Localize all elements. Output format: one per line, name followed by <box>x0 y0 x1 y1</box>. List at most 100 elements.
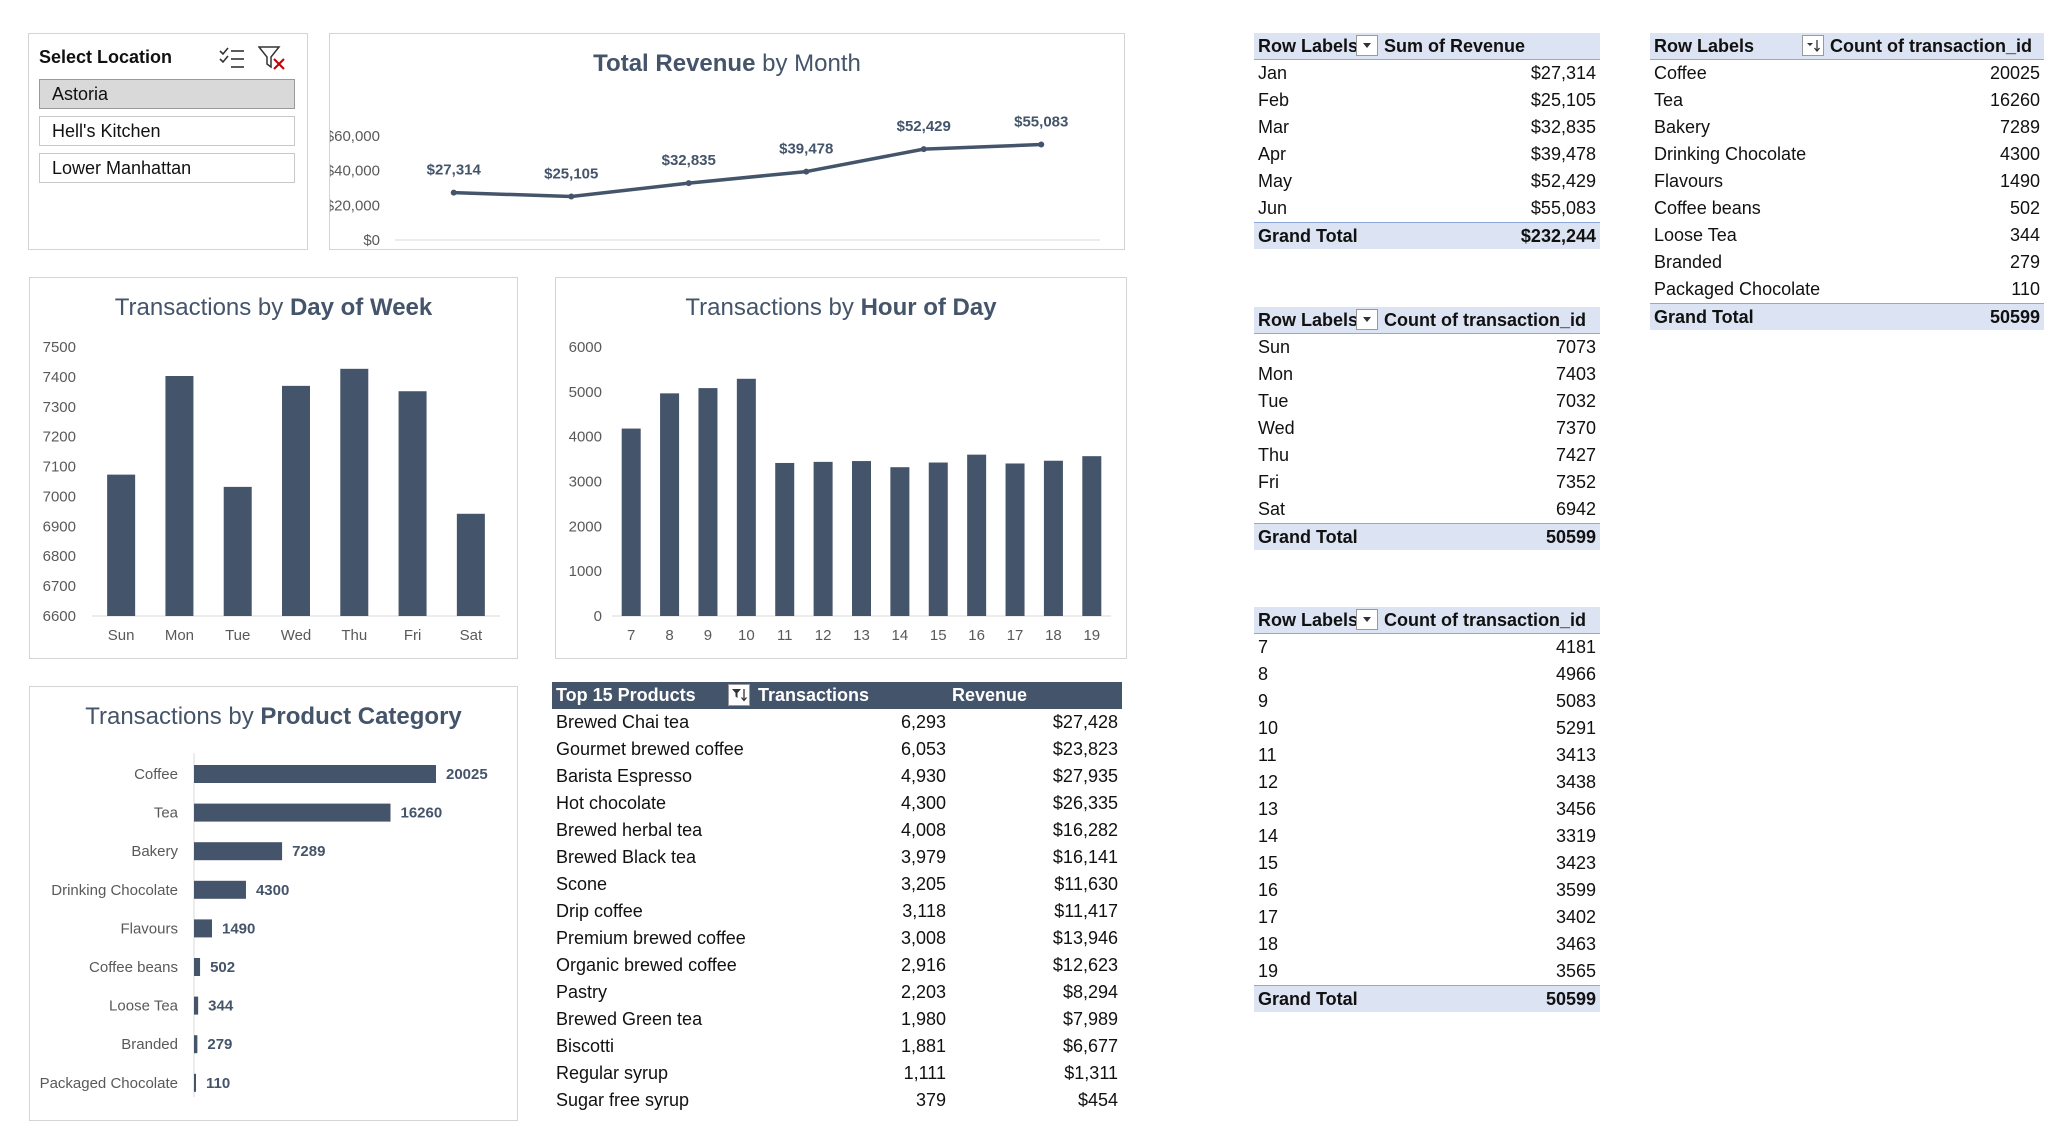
product-name-cell: Biscotti <box>556 1036 615 1056</box>
category-label: Branded <box>121 1036 178 1053</box>
pivot-row: Sun 7073 <box>1254 334 1600 361</box>
bar-value-label: 502 <box>210 959 235 976</box>
bar <box>1005 463 1025 616</box>
category-chart[interactable]: Transactions by Product Category Coffee 2… <box>29 686 518 1121</box>
y-tick-label: 6700 <box>43 578 76 595</box>
top-products-body: Brewed Chai tea 6,293 $27,428 Gourmet brewe… <box>552 709 1122 1114</box>
revenue-cell: $27,935 <box>1052 766 1118 786</box>
table-row: Barista Espresso 4,930 $27,935 <box>552 763 1122 790</box>
pivot-row: Fri 7352 <box>1254 469 1600 496</box>
clear-filter-icon[interactable] <box>257 44 287 72</box>
category-label: Packaged Chocolate <box>40 1075 178 1092</box>
bar <box>775 462 795 616</box>
row-label-cell: Loose Tea <box>1654 225 1737 245</box>
bar <box>1043 460 1063 616</box>
category-label: Loose Tea <box>109 998 179 1015</box>
revenue-cell: $11,630 <box>1054 874 1118 894</box>
revenue-point <box>568 193 575 200</box>
row-label-cell: 8 <box>1258 664 1269 684</box>
grand-total-label: Grand Total <box>1258 989 1358 1009</box>
header-revenue: Revenue <box>952 685 1028 705</box>
filter-dropdown-icon[interactable] <box>1356 309 1378 330</box>
y-tick-label: 6900 <box>43 518 76 535</box>
value-cell: 7073 <box>1555 337 1596 357</box>
product-name-cell: Premium brewed coffee <box>556 928 746 948</box>
y-tick-label: $40,000 <box>330 163 380 180</box>
grand-total-value: 50599 <box>1545 527 1596 547</box>
revenue-point <box>450 189 457 196</box>
row-label-cell: Packaged Chocolate <box>1654 279 1821 299</box>
bar <box>660 393 680 616</box>
revenue-cell: $7,989 <box>1062 1009 1118 1029</box>
bar <box>282 385 310 616</box>
sort-filter-icon[interactable] <box>728 684 750 706</box>
bar-value-label: 279 <box>207 1036 232 1053</box>
bar <box>223 486 252 616</box>
x-tick-label: 18 <box>1045 627 1062 644</box>
revenue-cell: $27,428 <box>1052 712 1118 732</box>
transactions-cell: 2,916 <box>900 955 946 975</box>
pivot-transactions-by-day: Row Labels Count of transaction_id Sun 7073… <box>1254 307 1600 550</box>
revenue-data-label: $52,429 <box>897 118 951 135</box>
table-row: Brewed Chai tea 6,293 $27,428 <box>552 709 1122 736</box>
y-tick-label: 7100 <box>43 459 76 476</box>
row-label-cell: May <box>1258 171 1293 191</box>
y-tick-label: 7000 <box>43 488 76 505</box>
value-cell: 7289 <box>1999 117 2040 137</box>
category-label: Drinking Chocolate <box>51 882 178 899</box>
pivot-row: 14 3319 <box>1254 823 1600 850</box>
product-name-cell: Barista Espresso <box>556 766 693 786</box>
grand-total-row: Grand Total 50599 <box>1650 303 2044 330</box>
revenue-data-label: $27,314 <box>427 162 482 179</box>
dow-chart[interactable]: Transactions by Day of Week 6600 6700 6800… <box>29 277 518 659</box>
bar <box>194 919 213 938</box>
grand-total-value: $232,244 <box>1520 226 1596 246</box>
grand-total-row: Grand Total 50599 <box>1254 523 1600 550</box>
pivot-header: Row Labels Count of transaction_id <box>1650 33 2044 60</box>
value-cell: 20025 <box>1989 63 2040 83</box>
revenue-cell: $8,294 <box>1062 982 1118 1002</box>
pivot-row: 18 3463 <box>1254 931 1600 958</box>
bar-value-label: 16260 <box>401 805 443 822</box>
revenue-data-label: $55,083 <box>1014 114 1068 131</box>
bar <box>194 958 201 976</box>
revenue-data-label: $39,478 <box>779 141 833 158</box>
bar <box>398 391 427 616</box>
pivot-revenue-by-month: Row Labels Sum of Revenue Jan $27,314 Feb $25… <box>1254 33 1600 249</box>
slicer-item-lower-manhattan[interactable]: Lower Manhattan <box>39 153 295 183</box>
slicer-item-hells-kitchen[interactable]: Hell's Kitchen <box>39 116 295 146</box>
row-label-cell: Bakery <box>1654 117 1711 137</box>
header-transactions: Transactions <box>758 685 870 705</box>
table-row: Brewed Black tea 3,979 $16,141 <box>552 844 1122 871</box>
bar <box>890 467 910 616</box>
filter-dropdown-icon[interactable] <box>1356 609 1378 630</box>
bar <box>967 454 987 616</box>
transactions-cell: 379 <box>915 1090 946 1110</box>
multi-select-icon[interactable] <box>217 44 247 72</box>
revenue-plot: $0$20,000$40,000$60,000JanFebMarAprMayJu… <box>330 114 1100 249</box>
value-cell: 7403 <box>1555 364 1596 384</box>
revenue-data-label: $25,105 <box>544 165 598 182</box>
row-label-cell: 17 <box>1258 907 1279 927</box>
bar <box>194 842 283 861</box>
pivot-row: 9 5083 <box>1254 688 1600 715</box>
x-tick-label: Thu <box>341 627 367 644</box>
pivot-row: 7 4181 <box>1254 634 1600 661</box>
table-row: Sugar free syrup 379 $454 <box>552 1087 1122 1114</box>
pivot-row: 19 3565 <box>1254 958 1600 985</box>
bar-value-label: 344 <box>208 998 234 1015</box>
sort-descending-icon[interactable] <box>1802 35 1824 56</box>
revenue-cell: $16,282 <box>1052 820 1118 840</box>
hour-chart[interactable]: Transactions by Hour of Day 0 1000 2000 300… <box>555 277 1127 659</box>
row-label-cell: 10 <box>1258 718 1279 738</box>
y-tick-label: 0 <box>594 608 602 625</box>
filter-dropdown-icon[interactable] <box>1356 35 1378 56</box>
product-name-cell: Drip coffee <box>556 901 643 921</box>
slicer-item-astoria[interactable]: Astoria <box>39 79 295 109</box>
y-tick-label: $20,000 <box>330 197 380 214</box>
revenue-chart[interactable]: Total Revenue by Month $0 $20,000 $40,000 $… <box>329 33 1125 250</box>
bar-value-label: 7289 <box>292 843 325 860</box>
value-cell: 3438 <box>1555 772 1596 792</box>
transactions-cell: 2,203 <box>900 982 946 1002</box>
row-label-cell: Wed <box>1258 418 1295 438</box>
